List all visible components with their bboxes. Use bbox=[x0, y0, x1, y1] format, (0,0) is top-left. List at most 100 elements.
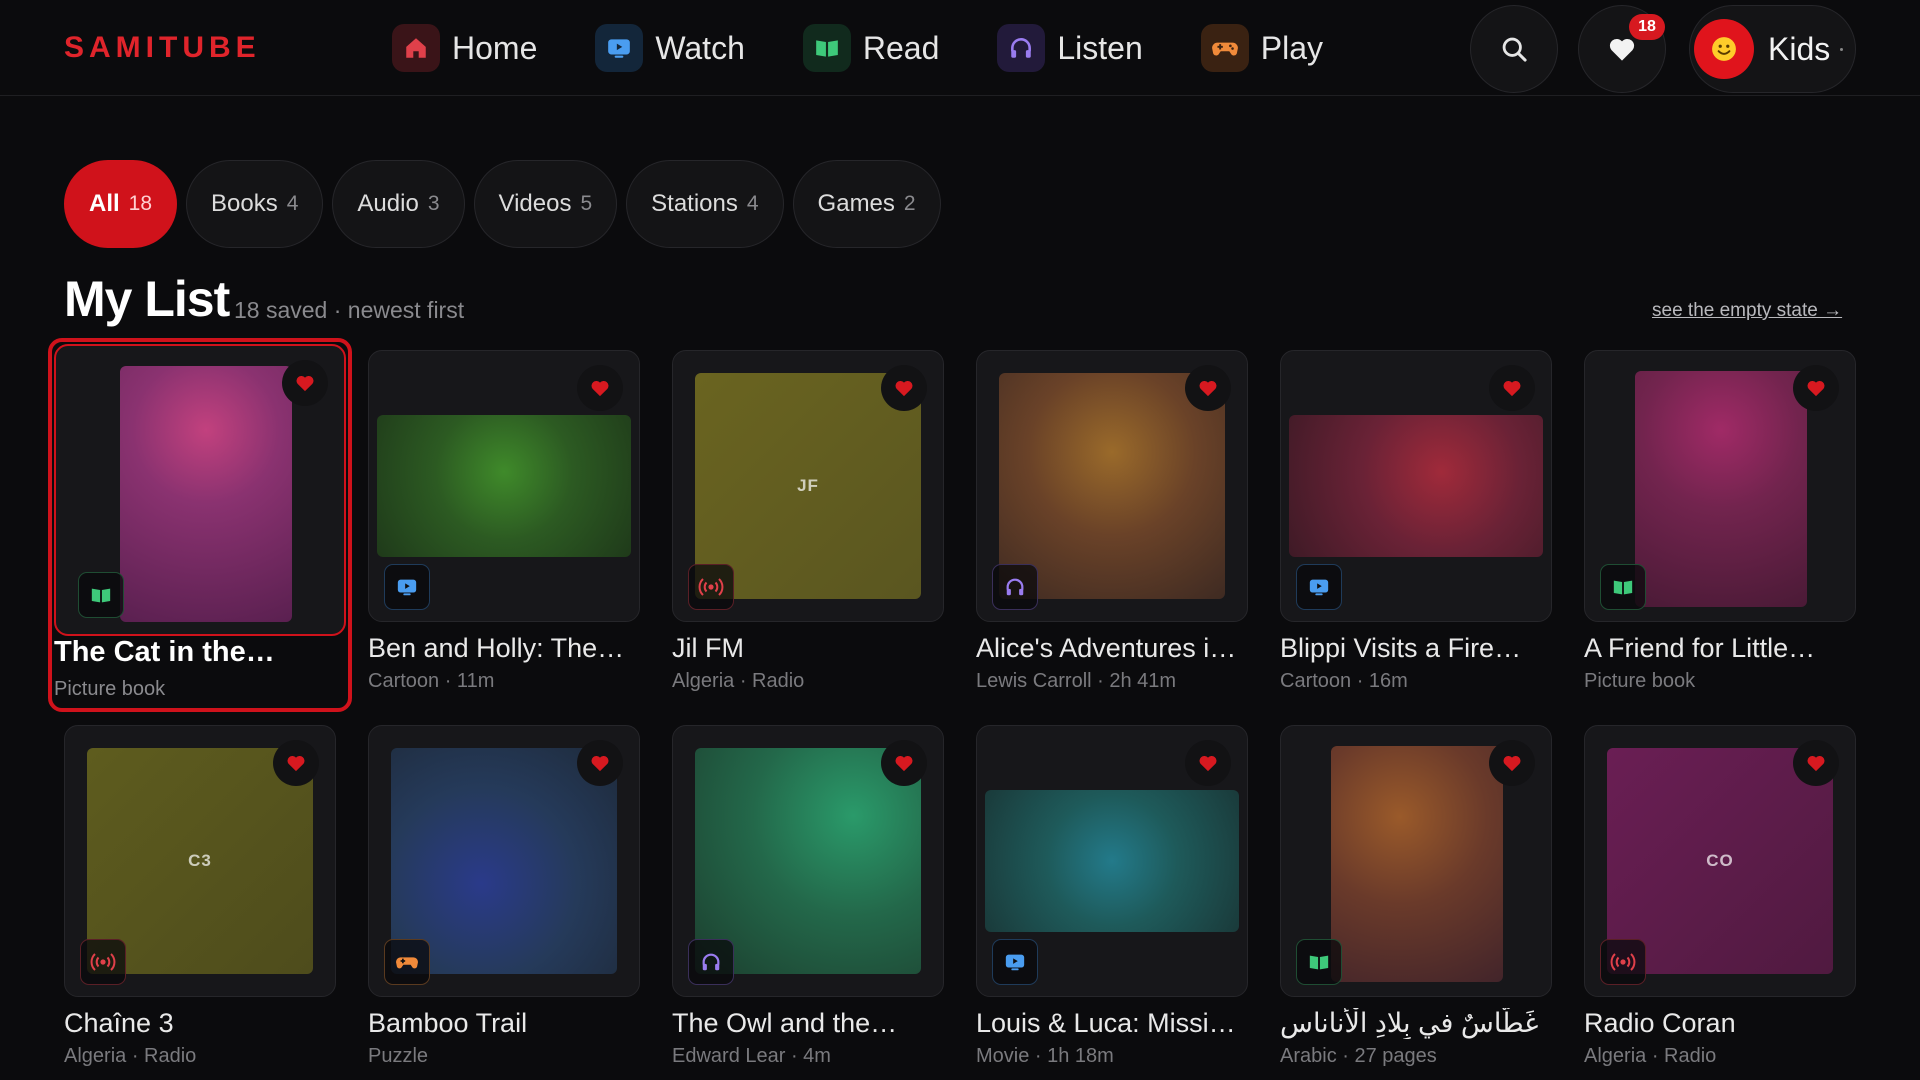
tv-icon bbox=[1296, 564, 1342, 610]
profile-switcher[interactable]: Kids bbox=[1689, 5, 1856, 93]
unsave-heart-button[interactable] bbox=[881, 740, 927, 786]
main-nav: Home Watch Read Listen Play bbox=[392, 24, 1381, 72]
avatar bbox=[1694, 19, 1754, 79]
chip-label: Videos bbox=[498, 190, 572, 217]
unsave-heart-button[interactable] bbox=[1489, 365, 1535, 411]
card-meta: Movie · 1h 18m bbox=[976, 1045, 1114, 1067]
chip-label: Books bbox=[211, 190, 278, 217]
card-thumbnail[interactable] bbox=[976, 350, 1248, 622]
card-meta: Algeria · Radio bbox=[64, 1045, 197, 1067]
unsave-heart-button[interactable] bbox=[282, 360, 328, 406]
chip-count: 5 bbox=[580, 192, 593, 215]
card-thumbnail[interactable] bbox=[368, 350, 640, 622]
smiley-icon bbox=[1712, 37, 1736, 61]
card-thumbnail[interactable] bbox=[672, 725, 944, 997]
book-icon bbox=[78, 572, 124, 618]
gamepad-icon bbox=[384, 939, 430, 985]
book-icon bbox=[1296, 939, 1342, 985]
card-title: Blippi Visits a Fire… bbox=[1280, 633, 1522, 663]
heart-icon bbox=[296, 375, 314, 392]
heart-icon bbox=[1807, 380, 1825, 397]
card-title: The Owl and the… bbox=[672, 1008, 898, 1038]
nav-item-listen[interactable]: Listen bbox=[997, 24, 1143, 72]
filter-chip-books[interactable]: Books 4 bbox=[186, 160, 324, 248]
favorites-button[interactable]: 18 bbox=[1578, 5, 1666, 93]
filter-chip-all[interactable]: All 18 bbox=[64, 160, 178, 248]
card-title: Alice's Adventures i… bbox=[976, 633, 1237, 663]
card-thumbnail[interactable]: JF bbox=[672, 350, 944, 622]
nav-label: Read bbox=[862, 29, 940, 66]
nav-item-home[interactable]: Home bbox=[392, 24, 537, 72]
radio-icon bbox=[688, 564, 734, 610]
filter-chip-games[interactable]: Games 2 bbox=[792, 160, 941, 248]
card-meta: Cartoon · 16m bbox=[1280, 670, 1408, 692]
unsave-heart-button[interactable] bbox=[273, 740, 319, 786]
unsave-heart-button[interactable] bbox=[1489, 740, 1535, 786]
card-thumbnail[interactable] bbox=[1280, 725, 1552, 997]
filter-chip-audio[interactable]: Audio 3 bbox=[332, 160, 465, 248]
nav-label: Listen bbox=[1057, 29, 1143, 66]
card-title: A Friend for Little… bbox=[1584, 633, 1816, 663]
card-meta: Arabic · 27 pages bbox=[1280, 1045, 1437, 1067]
headphones-icon bbox=[992, 564, 1038, 610]
headphones-icon bbox=[688, 939, 734, 985]
nav-label: Home bbox=[452, 29, 538, 66]
unsave-heart-button[interactable] bbox=[1185, 740, 1231, 786]
card-thumbnail[interactable] bbox=[1280, 350, 1552, 622]
heart-icon bbox=[1609, 38, 1635, 61]
search-button[interactable] bbox=[1470, 5, 1558, 93]
card-meta: Puzzle bbox=[368, 1045, 429, 1067]
card-meta: Edward Lear · 4m bbox=[672, 1045, 831, 1067]
filter-chip-stations[interactable]: Stations 4 bbox=[626, 160, 784, 248]
unsave-heart-button[interactable] bbox=[577, 365, 623, 411]
chip-count: 2 bbox=[903, 192, 916, 215]
card-title: Bamboo Trail bbox=[368, 1008, 528, 1038]
cover-art bbox=[120, 366, 292, 622]
unsave-heart-button[interactable] bbox=[881, 365, 927, 411]
card-thumbnail[interactable]: CO bbox=[1584, 725, 1856, 997]
book-icon bbox=[1600, 564, 1646, 610]
card-thumbnail[interactable]: C3 bbox=[64, 725, 336, 997]
card-thumbnail[interactable] bbox=[1584, 350, 1856, 622]
chip-label: Audio bbox=[357, 190, 419, 217]
home-icon bbox=[392, 24, 440, 72]
unsave-heart-button[interactable] bbox=[1185, 365, 1231, 411]
nav-item-play[interactable]: Play bbox=[1200, 24, 1323, 72]
top-bar: SAMITUBE Home Watch Read Listen Play 18 … bbox=[0, 0, 1920, 96]
nav-label: Watch bbox=[655, 29, 745, 66]
headphones-icon bbox=[997, 24, 1046, 72]
unsave-heart-button[interactable] bbox=[577, 740, 623, 786]
page-title: My List bbox=[64, 271, 230, 327]
heart-icon bbox=[1199, 380, 1217, 397]
empty-state-link[interactable]: see the empty state → bbox=[1652, 300, 1842, 322]
radio-icon bbox=[80, 939, 126, 985]
filter-chip-videos[interactable]: Videos 5 bbox=[473, 160, 618, 248]
card-thumbnail[interactable] bbox=[368, 725, 640, 997]
chip-count: 4 bbox=[746, 192, 759, 215]
card-meta: Lewis Carroll · 2h 41m bbox=[976, 670, 1177, 692]
tv-icon bbox=[992, 939, 1038, 985]
unsave-heart-button[interactable] bbox=[1793, 740, 1839, 786]
card-thumbnail[interactable] bbox=[54, 344, 346, 636]
card-meta: Algeria · Radio bbox=[672, 670, 805, 692]
heart-icon bbox=[1199, 755, 1217, 772]
nav-item-watch[interactable]: Watch bbox=[595, 24, 745, 72]
card-thumbnail[interactable] bbox=[976, 725, 1248, 997]
card-meta: Picture book bbox=[1584, 670, 1696, 692]
profile-menu-indicator bbox=[1840, 47, 1844, 51]
chip-label: Stations bbox=[651, 190, 738, 217]
card-title: Jil FM bbox=[672, 633, 744, 663]
nav-item-read[interactable]: Read bbox=[802, 24, 940, 72]
heart-icon bbox=[895, 380, 913, 397]
heart-icon bbox=[1807, 755, 1825, 772]
chip-count: 4 bbox=[286, 192, 299, 215]
unsave-heart-button[interactable] bbox=[1793, 365, 1839, 411]
nav-label: Play bbox=[1260, 29, 1323, 66]
heart-icon bbox=[895, 755, 913, 772]
brand-logo[interactable]: SAMITUBE bbox=[64, 31, 261, 65]
book-icon bbox=[802, 24, 851, 72]
favorites-count-badge: 18 bbox=[1629, 14, 1665, 40]
cover-art bbox=[377, 415, 631, 557]
heart-icon bbox=[591, 380, 609, 397]
chip-label: All bbox=[89, 190, 120, 217]
